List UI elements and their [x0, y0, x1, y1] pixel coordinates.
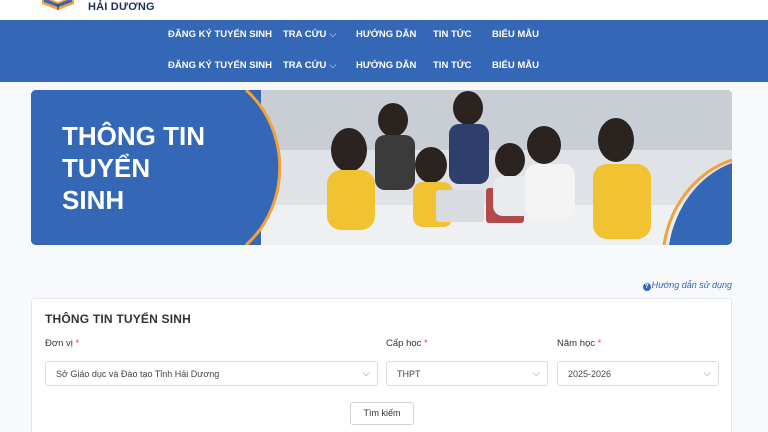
main-navigation: ĐĂNG KÝ TUYỂN SINH TRA CỨU ⌵ HƯỚNG DẪN TI… [0, 20, 768, 82]
admission-search-form: THÔNG TIN TUYỂN SINH Đơn vị * Sở Giáo dụ… [31, 298, 732, 432]
school-year-label: Năm học * [557, 338, 602, 349]
banner-title-line: SINH [62, 185, 125, 215]
banner-title-line: TUYỂN [62, 153, 151, 183]
school-year-select[interactable]: 2025-2026 ⌵ [557, 361, 719, 386]
question-circle-icon: ? [642, 283, 651, 291]
nav-item-tra-cuu[interactable]: TRA CỨU ⌵ [283, 60, 336, 71]
chevron-down-icon: ⌵ [703, 368, 711, 379]
nav-row: ĐĂNG KÝ TUYỂN SINH TRA CỨU ⌵ HƯỚNG DẪN TI… [0, 20, 768, 50]
nav-row: ĐĂNG KÝ TUYỂN SINH TRA CỨU ⌵ HƯỚNG DẪN TI… [0, 51, 768, 81]
nav-item-tin-tuc[interactable]: TIN TỨC [433, 60, 472, 71]
top-header: HẢI DƯƠNG [0, 0, 768, 20]
chevron-down-icon: ⌵ [532, 368, 540, 379]
help-link[interactable]: ? Hướng dẫn sử dụng [642, 280, 732, 291]
nav-item-huong-dan[interactable]: HƯỚNG DẪN [356, 60, 416, 71]
chevron-down-icon: ⌵ [329, 60, 337, 70]
unit-select[interactable]: Sở Giáo dục và Đào tạo Tỉnh Hải Dương ⌵ [45, 361, 378, 386]
logo-text[interactable]: HẢI DƯƠNG [88, 1, 155, 13]
form-title: THÔNG TIN TUYỂN SINH [45, 312, 192, 326]
book-logo-icon[interactable] [40, 0, 76, 12]
nav-item-bieu-mau[interactable]: BIỂU MẪU [492, 60, 539, 71]
banner-title-line: THÔNG TIN [62, 121, 205, 151]
help-link-label: Hướng dẫn sử dụng [651, 280, 732, 290]
unit-label: Đơn vị * [45, 338, 80, 349]
nav-item-tra-cuu[interactable]: TRA CỨU ⌵ [283, 29, 336, 40]
nav-item-bieu-mau[interactable]: BIỂU MẪU [492, 29, 539, 40]
nav-item-dang-ky-tuyen-sinh[interactable]: ĐĂNG KÝ TUYỂN SINH [168, 29, 272, 40]
search-button[interactable]: Tìm kiếm [350, 402, 414, 425]
level-label: Cấp học * [386, 338, 428, 349]
chevron-down-icon: ⌵ [329, 29, 337, 39]
level-select[interactable]: THPT ⌵ [386, 361, 548, 386]
banner-title: THÔNG TIN TUYỂN SINH [62, 120, 262, 216]
hero-banner: THÔNG TIN TUYỂN SINH [31, 90, 732, 245]
nav-item-tin-tuc[interactable]: TIN TỨC [433, 29, 472, 40]
chevron-down-icon: ⌵ [362, 368, 370, 379]
nav-item-huong-dan[interactable]: HƯỚNG DẪN [356, 29, 416, 40]
nav-item-dang-ky-tuyen-sinh[interactable]: ĐĂNG KÝ TUYỂN SINH [168, 60, 272, 71]
